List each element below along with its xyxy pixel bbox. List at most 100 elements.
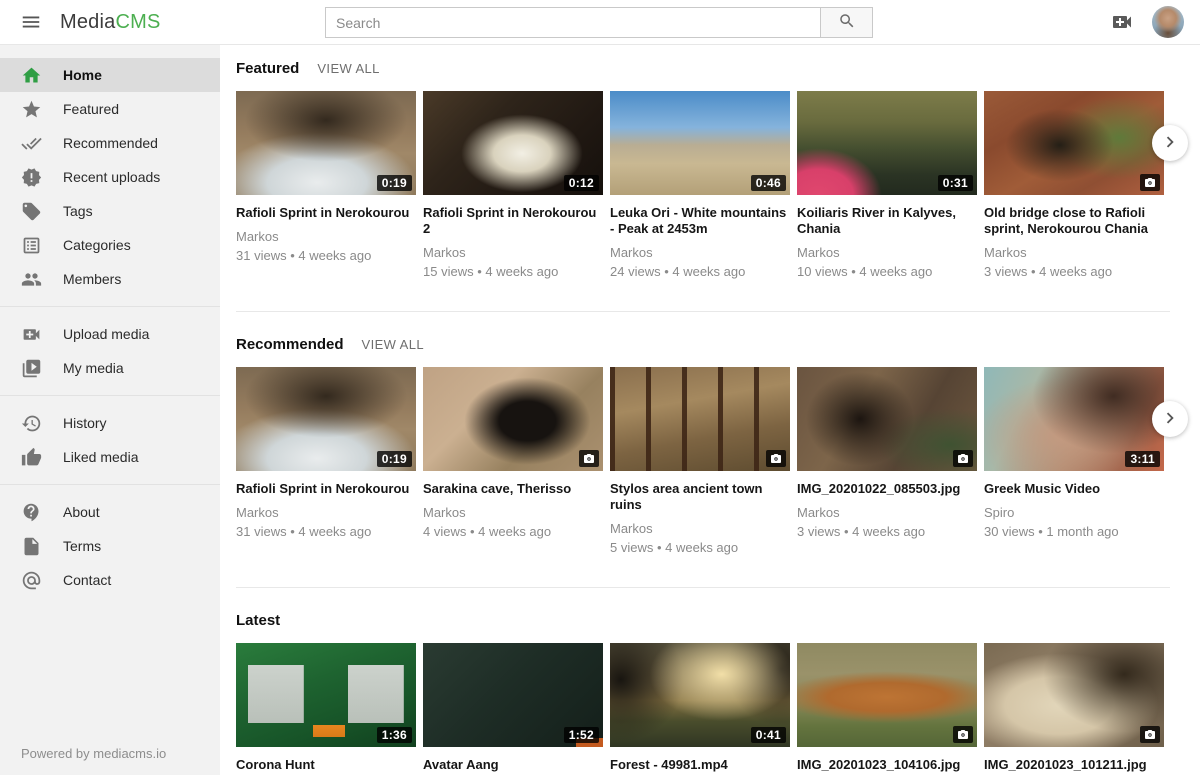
card-row: 0:19 Rafioli Sprint in Nerokourou Markos… (236, 91, 1170, 279)
media-author[interactable]: Markos (236, 229, 416, 244)
media-thumbnail[interactable]: 3:11 (984, 367, 1164, 471)
sidebar-item-featured[interactable]: Featured (0, 92, 220, 126)
media-meta: 30 views • 1 month ago (984, 524, 1164, 539)
search-input[interactable] (325, 7, 820, 38)
sidebar-item-contact[interactable]: Contact (0, 563, 220, 597)
media-card[interactable]: Old bridge close to Rafioli sprint, Nero… (984, 91, 1164, 279)
media-thumbnail[interactable]: 0:12 (423, 91, 603, 195)
media-card[interactable]: Sarakina cave, Therisso Markos 4 views •… (423, 367, 603, 555)
menu-button[interactable] (20, 11, 42, 33)
media-thumbnail[interactable] (797, 367, 977, 471)
header: MediaCMS (0, 0, 1200, 45)
media-thumbnail[interactable]: 0:41 (610, 643, 790, 747)
duration-badge: 0:19 (377, 175, 412, 191)
next-button[interactable] (1152, 401, 1188, 437)
camera-icon (579, 450, 599, 467)
media-title[interactable]: Forest - 49981.mp4 (610, 757, 790, 773)
sidebar-item-members[interactable]: Members (0, 262, 220, 296)
media-thumbnail[interactable]: 1:52 (423, 643, 603, 747)
media-title[interactable]: IMG_20201023_101211.jpg (984, 757, 1164, 773)
media-title[interactable]: Rafioli Sprint in Nerokourou (236, 481, 416, 497)
sidebar-item-categories[interactable]: Categories (0, 228, 220, 262)
sidebar-group: Home Featured Recommended Recent uploads… (0, 58, 220, 306)
search-bar (325, 7, 873, 38)
media-card[interactable]: 0:19 Rafioli Sprint in Nerokourou Markos… (236, 91, 416, 279)
tag-icon (21, 201, 42, 222)
sidebar-item-upload-media[interactable]: Upload media (0, 317, 220, 351)
media-title[interactable]: IMG_20201023_104106.jpg (797, 757, 977, 773)
media-meta: 5 views • 4 weeks ago (610, 540, 790, 555)
media-card[interactable]: 0:41 Forest - 49981.mp4 test 17 views • … (610, 643, 790, 775)
sidebar-item-recent-uploads[interactable]: Recent uploads (0, 160, 220, 194)
user-avatar[interactable] (1152, 6, 1184, 38)
sidebar-item-history[interactable]: History (0, 406, 220, 440)
sidebar-group: History Liked media (0, 395, 220, 484)
media-thumbnail[interactable]: 0:19 (236, 91, 416, 195)
media-card[interactable]: 0:46 Leuka Ori - White mountains - Peak … (610, 91, 790, 279)
upload-media-button[interactable] (1110, 10, 1134, 34)
view-all-link[interactable]: VIEW ALL (317, 61, 379, 76)
media-author[interactable]: Markos (423, 245, 603, 260)
sidebar-item-my-media[interactable]: My media (0, 351, 220, 385)
media-card[interactable]: Stylos area ancient town ruins Markos 5 … (610, 367, 790, 555)
sidebar-item-tags[interactable]: Tags (0, 194, 220, 228)
media-card[interactable]: 0:31 Koiliaris River in Kalyves, Chania … (797, 91, 977, 279)
media-thumbnail[interactable]: 1:36 (236, 643, 416, 747)
sidebar-item-about[interactable]: About (0, 495, 220, 529)
sidebar-item-recommended[interactable]: Recommended (0, 126, 220, 160)
media-author[interactable]: Markos (423, 505, 603, 520)
duration-badge: 0:41 (751, 727, 786, 743)
media-title[interactable]: IMG_20201022_085503.jpg (797, 481, 977, 497)
camera-icon (953, 450, 973, 467)
media-title[interactable]: Old bridge close to Rafioli sprint, Nero… (984, 205, 1164, 237)
video-call-icon (1110, 22, 1134, 37)
media-title[interactable]: Greek Music Video (984, 481, 1164, 497)
media-thumbnail[interactable]: 0:19 (236, 367, 416, 471)
media-card[interactable]: 0:19 Rafioli Sprint in Nerokourou Markos… (236, 367, 416, 555)
header-actions (1110, 6, 1184, 38)
media-author[interactable]: Markos (797, 245, 977, 260)
media-title[interactable]: Rafioli Sprint in Nerokourou (236, 205, 416, 221)
sidebar-item-home[interactable]: Home (0, 58, 220, 92)
media-card[interactable]: IMG_20201022_085503.jpg Markos 3 views •… (797, 367, 977, 555)
media-title[interactable]: Avatar Aang (423, 757, 603, 773)
people-icon (21, 269, 42, 290)
media-title[interactable]: Leuka Ori - White mountains - Peak at 24… (610, 205, 790, 237)
media-author[interactable]: Markos (236, 505, 416, 520)
media-thumbnail[interactable]: 0:46 (610, 91, 790, 195)
media-card[interactable]: IMG_20201023_104106.jpg Markos 4 views •… (797, 643, 977, 775)
sidebar-item-terms[interactable]: Terms (0, 529, 220, 563)
media-thumbnail[interactable] (610, 367, 790, 471)
search-button[interactable] (820, 7, 873, 38)
file-icon (21, 536, 42, 557)
logo[interactable]: MediaCMS (60, 11, 161, 34)
media-title[interactable]: Koiliaris River in Kalyves, Chania (797, 205, 977, 237)
card-row: 0:19 Rafioli Sprint in Nerokourou Markos… (236, 367, 1170, 555)
media-thumbnail[interactable] (984, 643, 1164, 747)
media-title[interactable]: Sarakina cave, Therisso (423, 481, 603, 497)
media-card[interactable]: 1:36 Corona Hunt Dickson Jr. 6 views • 4… (236, 643, 416, 775)
media-card[interactable]: IMG_20201023_101211.jpg Markos 4 views •… (984, 643, 1164, 775)
media-card[interactable]: 0:12 Rafioli Sprint in Nerokourou 2 Mark… (423, 91, 603, 279)
media-card[interactable]: 1:52 Avatar Aang Dickson Jr. 12 views • … (423, 643, 603, 775)
media-title[interactable]: Rafioli Sprint in Nerokourou 2 (423, 205, 603, 237)
media-title[interactable]: Stylos area ancient town ruins (610, 481, 790, 513)
media-author[interactable]: Markos (610, 245, 790, 260)
media-card[interactable]: 3:11 Greek Music Video Spiro 30 views • … (984, 367, 1164, 555)
media-title[interactable]: Corona Hunt (236, 757, 416, 773)
section-header: Recommended VIEW ALL (236, 312, 1170, 367)
media-thumbnail[interactable] (797, 643, 977, 747)
media-thumbnail[interactable]: 0:31 (797, 91, 977, 195)
media-author[interactable]: Markos (984, 245, 1164, 260)
next-button[interactable] (1152, 125, 1188, 161)
media-thumbnail[interactable] (984, 91, 1164, 195)
media-meta: 31 views • 4 weeks ago (236, 524, 416, 539)
section-featured: Featured VIEW ALL 0:19 Rafioli Sprint in… (236, 45, 1170, 312)
view-all-link[interactable]: VIEW ALL (362, 337, 424, 352)
section-header: Featured VIEW ALL (236, 45, 1170, 91)
media-thumbnail[interactable] (423, 367, 603, 471)
media-author[interactable]: Markos (610, 521, 790, 536)
media-author[interactable]: Markos (797, 505, 977, 520)
sidebar-item-liked-media[interactable]: Liked media (0, 440, 220, 474)
media-author[interactable]: Spiro (984, 505, 1164, 520)
